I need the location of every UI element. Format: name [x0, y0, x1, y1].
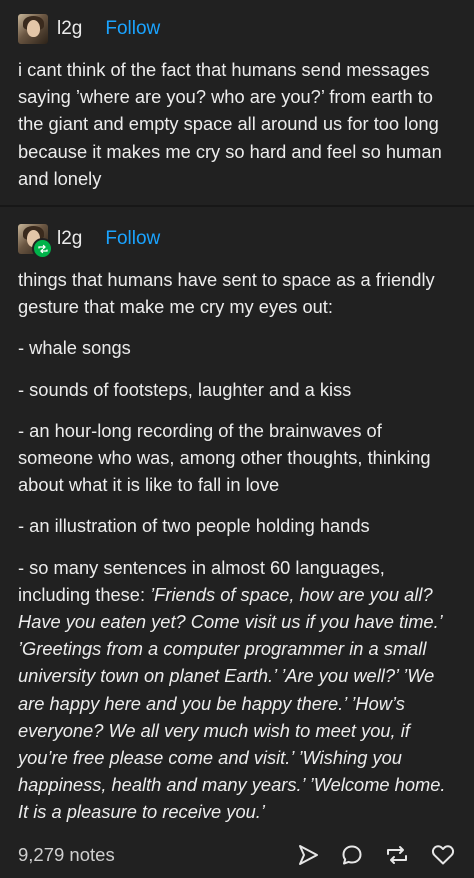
quoted-messages: ’Friends of space, how are you all? Have… — [18, 583, 446, 823]
post1-body: i cant think of the fact that humans sen… — [18, 56, 452, 192]
avatar[interactable] — [18, 14, 48, 44]
post2-header: l2g Follow — [18, 224, 160, 259]
post1-text: i cant think of the fact that humans sen… — [18, 59, 442, 189]
list-item: - an hour-long recording of the brainwav… — [18, 419, 431, 496]
username[interactable]: l2g — [57, 18, 82, 40]
post-divider — [0, 205, 474, 207]
list-item: - whale songs — [18, 337, 131, 359]
like-icon[interactable] — [430, 843, 456, 867]
share-icon[interactable] — [296, 843, 320, 867]
reblog-icon[interactable] — [384, 843, 410, 867]
notes-count[interactable]: 9,279 notes — [18, 844, 276, 866]
username[interactable]: l2g — [57, 228, 82, 250]
list-item: - so many sentences in almost 60 languag… — [18, 554, 452, 826]
post2-intro: things that humans have sent to space as… — [18, 269, 435, 318]
post-footer: 9,279 notes — [18, 838, 456, 872]
follow-button[interactable]: Follow — [105, 18, 160, 40]
post2-body: things that humans have sent to space as… — [18, 266, 452, 826]
follow-button[interactable]: Follow — [105, 228, 160, 250]
list-item: - sounds of footsteps, laughter and a ki… — [18, 378, 352, 400]
reblog-badge-icon — [32, 238, 53, 259]
post-actions — [276, 843, 456, 867]
post1-header: l2g Follow — [18, 14, 160, 44]
list-item: - an illustration of two people holding … — [18, 515, 370, 537]
reply-icon[interactable] — [340, 843, 364, 867]
